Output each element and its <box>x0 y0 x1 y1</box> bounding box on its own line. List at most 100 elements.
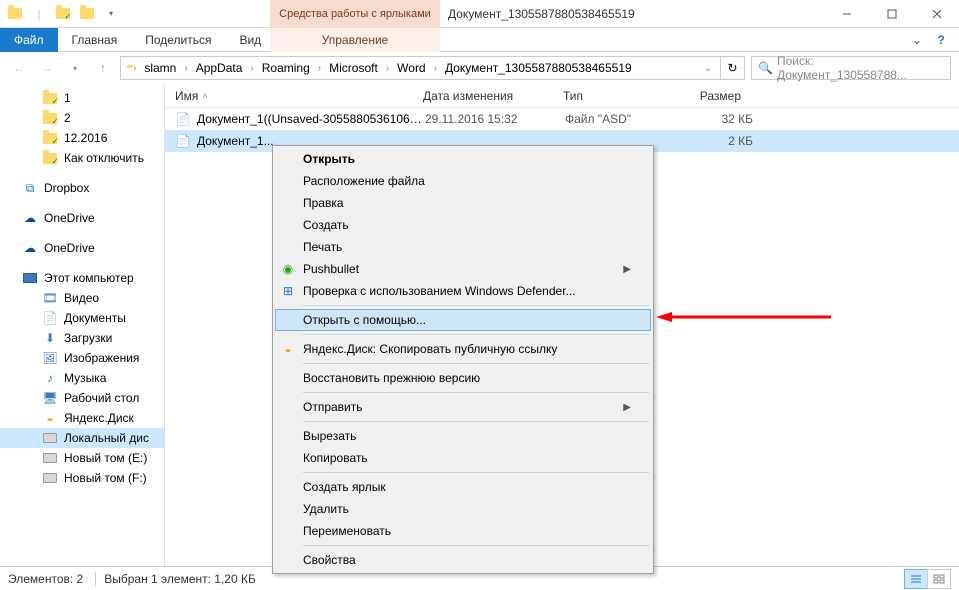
breadcrumb-root-icon[interactable]: › <box>123 57 138 79</box>
ribbon: Файл Главная Поделиться Вид Управление ⌄… <box>0 28 959 52</box>
submenu-arrow-icon: ▶ <box>623 402 631 413</box>
shortcut-icon: 📄 <box>175 133 191 149</box>
ctx-create[interactable]: Создать <box>275 214 651 236</box>
breadcrumb-seg-2[interactable]: Roaming› <box>256 57 323 79</box>
sidebar-item-music[interactable]: ♪Музыка <box>0 368 164 388</box>
recent-dropdown-icon[interactable]: ▾ <box>64 57 86 79</box>
sidebar-item-documents[interactable]: 📄Документы <box>0 308 164 328</box>
sidebar-item-desktop[interactable]: 🖥Рабочий стол <box>0 388 164 408</box>
sidebar-item-volume-e[interactable]: Новый том (E:) <box>0 448 164 468</box>
column-headers: Имя˄ Дата изменения Тип Размер <box>165 84 959 108</box>
col-header-size[interactable]: Размер <box>663 89 753 103</box>
col-header-name[interactable]: Имя˄ <box>165 89 413 103</box>
sidebar-item-dropbox[interactable]: ⧉Dropbox <box>0 178 164 198</box>
qat-dropdown-icon[interactable]: ▾ <box>100 3 122 25</box>
sidebar-item-yadisk[interactable]: ◒Яндекс.Диск <box>0 408 164 428</box>
search-placeholder: Поиск: Документ_130558788... <box>777 54 944 82</box>
ctx-delete[interactable]: Удалить <box>275 498 651 520</box>
ctx-yadisk[interactable]: ◒Яндекс.Диск: Скопировать публичную ссыл… <box>275 338 651 360</box>
sidebar-item-volume-f[interactable]: Новый том (F:) <box>0 468 164 488</box>
sidebar-item-pictures[interactable]: 🖼Изображения <box>0 348 164 368</box>
address-bar[interactable]: › slamn› AppData› Roaming› Microsoft› Wo… <box>120 56 721 80</box>
col-header-date[interactable]: Дата изменения <box>413 89 553 103</box>
view-large-button[interactable] <box>927 569 951 589</box>
ctx-properties[interactable]: Свойства <box>275 549 651 571</box>
yadisk-icon: ◒ <box>280 341 296 357</box>
ctx-shortcut[interactable]: Создать ярлык <box>275 476 651 498</box>
breadcrumb-seg-4[interactable]: Word› <box>391 57 439 79</box>
separator <box>303 392 649 393</box>
col-header-type[interactable]: Тип <box>553 89 663 103</box>
sidebar-item-quick-4[interactable]: Как отключить <box>0 148 164 168</box>
maximize-button[interactable] <box>869 0 914 28</box>
minimize-button[interactable] <box>824 0 869 28</box>
app-icon[interactable] <box>4 3 26 25</box>
file-size: 2 КБ <box>675 134 753 148</box>
sidebar-item-quick-1[interactable]: 1 <box>0 88 164 108</box>
sidebar-item-local-disk[interactable]: Локальный дис <box>0 428 164 448</box>
ctx-open-with[interactable]: Открыть с помощью... <box>275 309 651 331</box>
sidebar-item-quick-2[interactable]: 2 <box>0 108 164 128</box>
file-row[interactable]: 📄 Документ_1((Unsaved-305588053610638...… <box>165 108 959 130</box>
breadcrumb-seg-3[interactable]: Microsoft› <box>323 57 391 79</box>
ctx-cut[interactable]: Вырезать <box>275 425 651 447</box>
ctx-open-location[interactable]: Расположение файла <box>275 170 651 192</box>
tab-view[interactable]: Вид <box>225 28 275 52</box>
context-menu: Открыть Расположение файла Правка Создат… <box>272 145 654 574</box>
ctx-defender[interactable]: ⊞Проверка с использованием Windows Defen… <box>275 280 651 302</box>
ctx-restore[interactable]: Восстановить прежнюю версию <box>275 367 651 389</box>
tab-home[interactable]: Главная <box>58 28 132 52</box>
sidebar-item-quick-3[interactable]: 12.2016 <box>0 128 164 148</box>
up-button[interactable]: ↑ <box>92 57 114 79</box>
sidebar-item-downloads[interactable]: ⬇Загрузки <box>0 328 164 348</box>
address-dropdown-icon[interactable]: ⌄ <box>698 63 718 74</box>
breadcrumb-seg-1[interactable]: AppData› <box>190 57 256 79</box>
tab-share[interactable]: Поделиться <box>131 28 225 52</box>
sidebar-item-this-pc[interactable]: Этот компьютер <box>0 268 164 288</box>
refresh-button[interactable]: ↻ <box>721 56 745 80</box>
status-item-count: Элементов: 2 <box>8 572 96 586</box>
forward-button[interactable]: → <box>36 57 58 79</box>
contextual-tab-header: Средства работы с ярлыками <box>270 0 440 28</box>
nav-pane: 1 2 12.2016 Как отключить ⧉Dropbox ☁OneD… <box>0 84 165 566</box>
breadcrumb-seg-5[interactable]: Документ_1305587880538465519 <box>439 57 638 79</box>
file-type: Файл "ASD" <box>565 112 675 126</box>
file-tab[interactable]: Файл <box>0 28 58 52</box>
ctx-open[interactable]: Открыть <box>275 148 651 170</box>
submenu-arrow-icon: ▶ <box>623 264 631 275</box>
separator <box>303 334 649 335</box>
window-title: Документ_1305587880538465519 <box>448 0 635 28</box>
search-box[interactable]: 🔍 Поиск: Документ_130558788... <box>751 56 951 80</box>
nav-bar: ← → ▾ ↑ › slamn› AppData› Roaming› Micro… <box>0 52 959 84</box>
status-selection: Выбран 1 элемент: 1,20 КБ <box>104 572 256 586</box>
title-bar: | ▾ Средства работы с ярлыками Документ_… <box>0 0 959 28</box>
file-size: 32 КБ <box>675 112 753 126</box>
ctx-copy[interactable]: Копировать <box>275 447 651 469</box>
ribbon-right: ⌄ ? <box>907 30 951 50</box>
sidebar-item-onedrive-2[interactable]: ☁OneDrive <box>0 238 164 258</box>
breadcrumb-seg-0[interactable]: slamn› <box>138 57 189 79</box>
qat-properties-icon[interactable] <box>52 3 74 25</box>
sidebar-item-videos[interactable]: 🎞Видео <box>0 288 164 308</box>
help-icon[interactable]: ? <box>931 30 951 50</box>
ctx-send-to[interactable]: Отправить▶ <box>275 396 651 418</box>
ribbon-expand-icon[interactable]: ⌄ <box>907 30 927 50</box>
back-button[interactable]: ← <box>8 57 30 79</box>
close-button[interactable] <box>914 0 959 28</box>
separator <box>303 545 649 546</box>
sidebar-item-onedrive-1[interactable]: ☁OneDrive <box>0 208 164 228</box>
file-date: 29.11.2016 15:32 <box>425 112 565 126</box>
separator <box>303 305 649 306</box>
separator <box>303 421 649 422</box>
file-icon: 📄 <box>175 111 191 127</box>
ctx-edit[interactable]: Правка <box>275 192 651 214</box>
quick-access-toolbar: | ▾ <box>0 3 126 25</box>
file-name: Документ_1((Unsaved-305588053610638... <box>197 112 425 126</box>
tab-manage[interactable]: Управление <box>270 28 440 52</box>
qat-new-folder-icon[interactable] <box>76 3 98 25</box>
pushbullet-icon: ◉ <box>280 261 296 277</box>
ctx-pushbullet[interactable]: ◉Pushbullet▶ <box>275 258 651 280</box>
view-details-button[interactable] <box>904 569 928 589</box>
ctx-rename[interactable]: Переименовать <box>275 520 651 542</box>
ctx-print[interactable]: Печать <box>275 236 651 258</box>
